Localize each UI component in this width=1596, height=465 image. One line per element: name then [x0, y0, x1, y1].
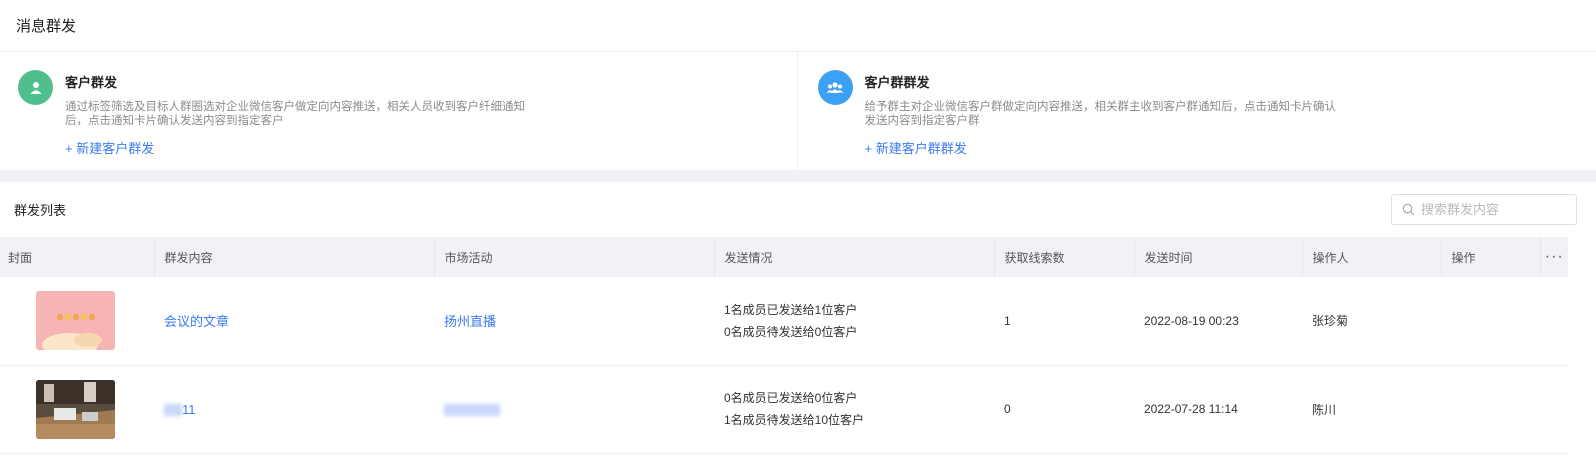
col-leads: 获取线索数 [994, 237, 1135, 277]
card-description: 通过标签筛选及目标人群圈选对企业微信客户做定向内容推送，相关人员收到客户纤细通知… [65, 101, 525, 127]
card-body: 客户群群发 给予群主对企业微信客户群做定向内容推送，相关群主收到客户群通知后，点… [865, 70, 1345, 170]
new-group-broadcast-link[interactable]: + 新建客户群群发 [865, 138, 1345, 157]
empty-cell [1540, 365, 1568, 454]
content-link[interactable]: 会议的文章 [164, 314, 229, 329]
customer-broadcast-card: 客户群发 通过标签筛选及目标人群圈选对企业微信客户做定向内容推送，相关人员收到客… [0, 52, 797, 170]
group-icon [817, 70, 853, 105]
card-title: 客户群发 [65, 75, 118, 90]
search-box[interactable] [1391, 194, 1577, 225]
list-title: 群发列表 [14, 203, 67, 218]
column-settings-button[interactable]: ··· [1540, 237, 1568, 277]
more-icon[interactable]: ··· [1545, 248, 1564, 265]
content-cell: 11 [154, 365, 434, 454]
search-icon [1402, 203, 1415, 216]
sent-status: 0名成员已发送给0位客户 [724, 391, 858, 405]
list-header: 群发列表 [0, 182, 1596, 237]
table-row: 会议的文章 扬州直播 1名成员已发送给1位客户 0名成员待发送给0位客户 1 2… [0, 277, 1568, 366]
broadcast-cards: 客户群发 通过标签筛选及目标人群圈选对企业微信客户做定向内容推送，相关人员收到客… [0, 52, 1596, 170]
operator-cell: 陈川 [1302, 365, 1441, 454]
actions-cell [1441, 365, 1540, 454]
cover-cell [0, 277, 154, 366]
empty-cell [1540, 277, 1568, 366]
broadcast-list-panel: 群发列表 封面 群发内容 市场活动 发送情况 获取线索数 发送时间 操作人 操作… [0, 182, 1596, 465]
content-cell: 会议的文章 [154, 277, 434, 366]
send-status-cell: 1名成员已发送给1位客户 0名成员待发送给0位客户 [714, 277, 994, 366]
page-title: 消息群发 [16, 18, 77, 35]
cover-cell [0, 365, 154, 454]
time-cell: 2022-07-28 11:14 [1134, 365, 1302, 454]
pending-status: 1名成员待发送给10位客户 [724, 413, 865, 427]
group-broadcast-card: 客户群群发 给予群主对企业微信客户群做定向内容推送，相关群主收到客户群通知后，点… [796, 52, 1596, 170]
operator-cell: 张珍菊 [1302, 277, 1441, 366]
new-customer-broadcast-link[interactable]: + 新建客户群发 [65, 138, 545, 157]
table-row: 11 0名成员已发送给0位客户 1名成员待发送给10位客户 0 2022-07-… [0, 365, 1568, 454]
send-status-cell: 0名成员已发送给0位客户 1名成员待发送给10位客户 [714, 365, 994, 454]
col-content: 群发内容 [154, 237, 435, 277]
user-icon [18, 70, 53, 105]
col-activity: 市场活动 [434, 237, 715, 277]
activity-cell: 扬州直播 [434, 277, 714, 366]
time-cell: 2022-08-19 00:23 [1134, 277, 1302, 366]
col-cover: 封面 [0, 237, 155, 277]
section-gap [0, 170, 1596, 182]
col-send-time: 发送时间 [1134, 237, 1303, 277]
leads-cell: 1 [994, 277, 1134, 366]
activity-cell [434, 365, 714, 454]
col-actions: 操作 [1441, 237, 1541, 277]
card-description: 给予群主对企业微信客户群做定向内容推送，相关群主收到客户群通知后，点击通知卡片确… [864, 101, 1337, 127]
cover-image [36, 379, 115, 439]
broadcast-table: 封面 群发内容 市场活动 发送情况 获取线索数 发送时间 操作人 操作 ··· [0, 237, 1568, 454]
card-body: 客户群发 通过标签筛选及目标人群圈选对企业微信客户做定向内容推送，相关人员收到客… [65, 70, 545, 170]
actions-cell [1441, 277, 1540, 366]
col-send-status: 发送情况 [714, 237, 995, 277]
table-header-row: 封面 群发内容 市场活动 发送情况 获取线索数 发送时间 操作人 操作 ··· [0, 237, 1568, 277]
search-input[interactable] [1421, 202, 1571, 217]
page-header: 消息群发 [0, 0, 1596, 52]
col-operator: 操作人 [1302, 237, 1442, 277]
redacted-activity[interactable] [444, 404, 500, 417]
pending-status: 0名成员待发送给0位客户 [724, 324, 858, 339]
activity-link[interactable]: 扬州直播 [444, 314, 496, 329]
sent-status: 1名成员已发送给1位客户 [724, 302, 858, 317]
leads-cell: 0 [994, 365, 1134, 454]
cover-image [36, 291, 115, 351]
card-title: 客户群群发 [864, 75, 930, 90]
content-link[interactable]: 11 [182, 402, 196, 417]
redacted-text [164, 404, 182, 417]
